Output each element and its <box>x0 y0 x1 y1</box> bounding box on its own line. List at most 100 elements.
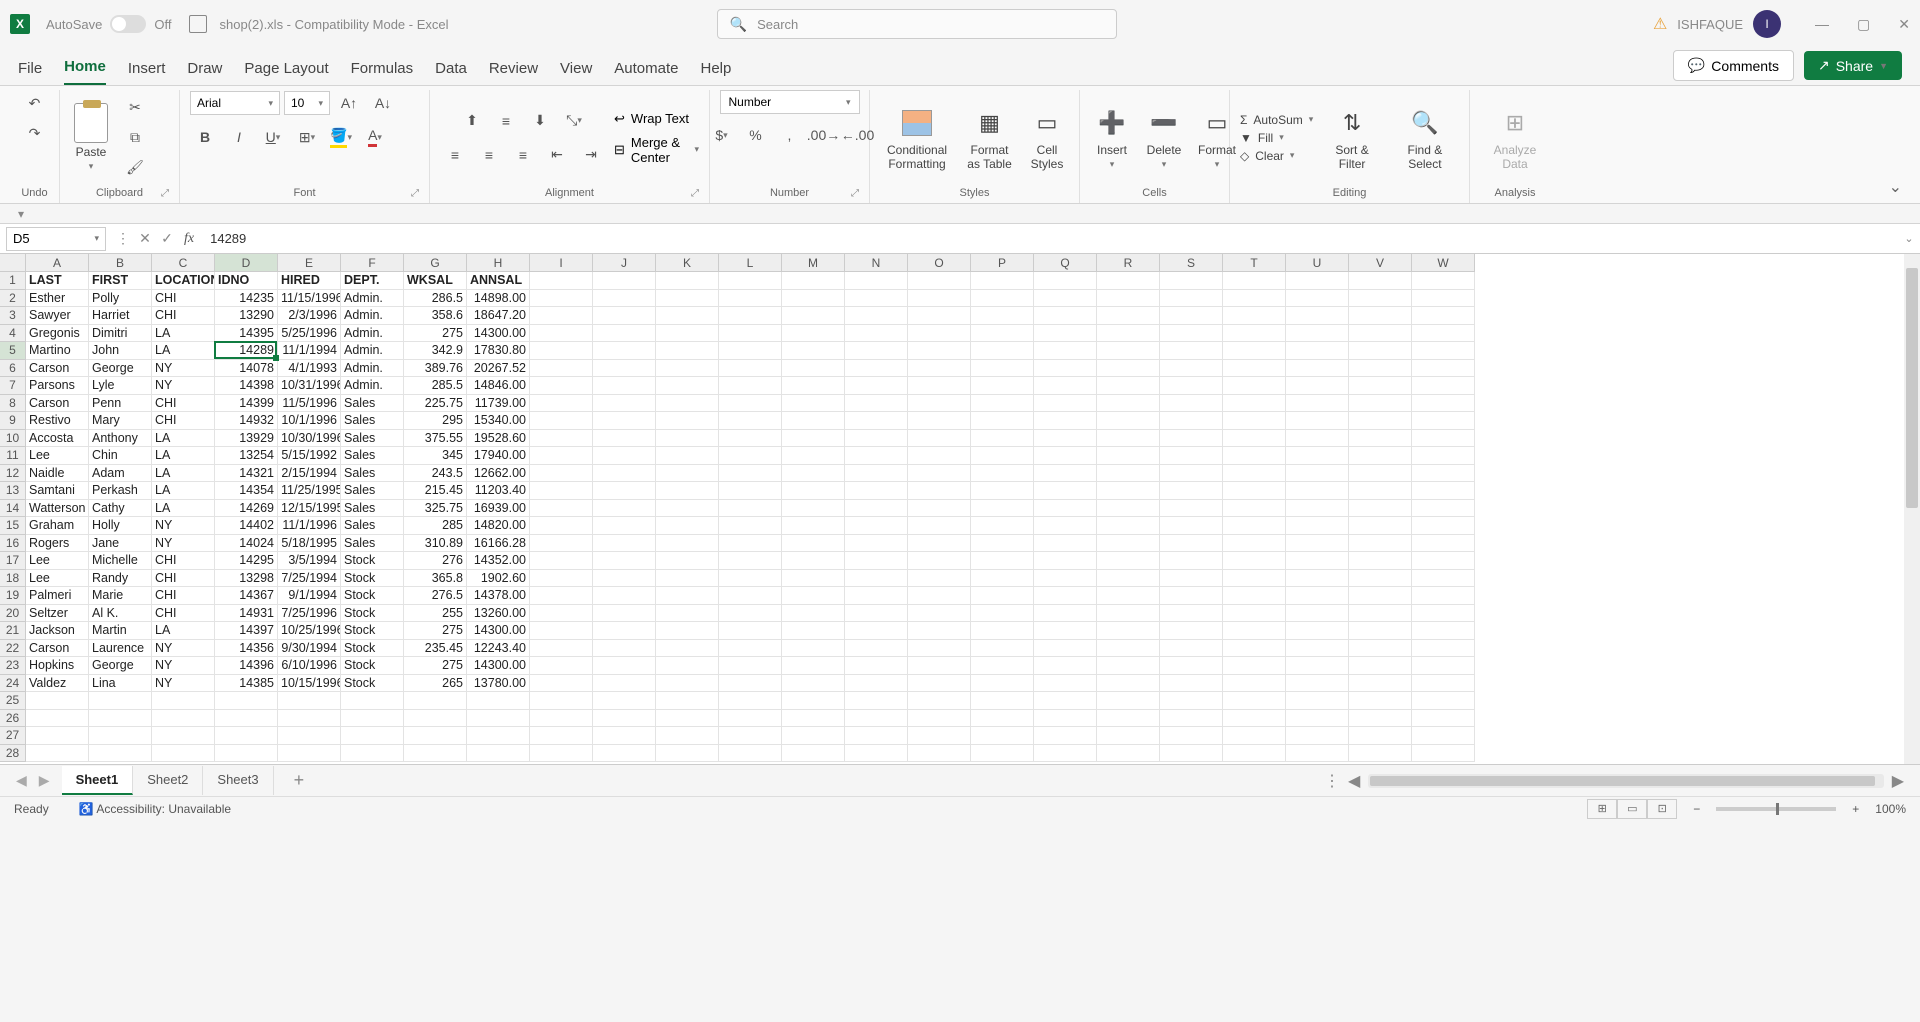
cell[interactable] <box>1286 307 1349 325</box>
underline-button[interactable]: U▾ <box>258 124 288 150</box>
cell[interactable] <box>341 745 404 763</box>
cell[interactable] <box>1223 675 1286 693</box>
col-header-U[interactable]: U <box>1286 254 1349 272</box>
cell[interactable] <box>971 342 1034 360</box>
cell[interactable] <box>1349 290 1412 308</box>
cell[interactable] <box>1223 272 1286 290</box>
cell[interactable] <box>1160 710 1223 728</box>
cell[interactable] <box>719 727 782 745</box>
cell[interactable] <box>656 290 719 308</box>
cell[interactable] <box>656 657 719 675</box>
cell[interactable] <box>1349 430 1412 448</box>
cell[interactable] <box>1097 377 1160 395</box>
tab-page-layout[interactable]: Page Layout <box>244 60 328 85</box>
cell[interactable] <box>1286 482 1349 500</box>
row-header[interactable]: 10 <box>0 430 26 448</box>
cell[interactable] <box>1097 482 1160 500</box>
cell[interactable]: Stock <box>341 587 404 605</box>
cell[interactable] <box>1286 675 1349 693</box>
accounting-format-button[interactable]: $▾ <box>707 122 737 148</box>
cell[interactable] <box>1349 692 1412 710</box>
cell[interactable]: 11/1/1996 <box>278 517 341 535</box>
cell[interactable]: Laurence <box>89 640 152 658</box>
cell[interactable]: Holly <box>89 517 152 535</box>
cell[interactable] <box>1160 622 1223 640</box>
formula-options-icon[interactable]: ⋮ <box>112 230 134 247</box>
cell[interactable] <box>1349 377 1412 395</box>
cell[interactable] <box>26 710 89 728</box>
find-select-button[interactable]: 🔍Find & Select <box>1391 103 1459 173</box>
cell[interactable]: 14024 <box>215 535 278 553</box>
cell[interactable]: CHI <box>152 587 215 605</box>
cell[interactable] <box>782 412 845 430</box>
formula-input[interactable]: 14289 <box>200 231 1898 246</box>
row-header[interactable]: 27 <box>0 727 26 745</box>
cell[interactable] <box>845 395 908 413</box>
percent-format-button[interactable]: % <box>741 122 771 148</box>
cell[interactable]: 13298 <box>215 570 278 588</box>
cell[interactable]: Admin. <box>341 290 404 308</box>
sheet-nav-prev[interactable]: ◀ <box>16 772 27 789</box>
cell[interactable]: Rogers <box>26 535 89 553</box>
cell[interactable]: Watterson <box>26 500 89 518</box>
cell[interactable]: Sales <box>341 482 404 500</box>
cell[interactable] <box>971 622 1034 640</box>
cell[interactable] <box>89 727 152 745</box>
cell[interactable] <box>1412 325 1475 343</box>
cell[interactable] <box>1097 307 1160 325</box>
cell[interactable] <box>1034 710 1097 728</box>
cell[interactable] <box>908 360 971 378</box>
cell[interactable]: 11203.40 <box>467 482 530 500</box>
cell[interactable] <box>1034 675 1097 693</box>
cell[interactable] <box>1097 570 1160 588</box>
cell[interactable] <box>1097 657 1160 675</box>
excel-app-icon[interactable]: X <box>10 14 30 34</box>
cell[interactable] <box>1223 622 1286 640</box>
cell[interactable]: 13780.00 <box>467 675 530 693</box>
cell[interactable] <box>1349 675 1412 693</box>
cell[interactable] <box>530 412 593 430</box>
cell[interactable]: 325.75 <box>404 500 467 518</box>
cell[interactable] <box>719 377 782 395</box>
cell[interactable] <box>1034 412 1097 430</box>
col-header-W[interactable]: W <box>1412 254 1475 272</box>
cell[interactable] <box>719 570 782 588</box>
cell[interactable] <box>1223 640 1286 658</box>
cell[interactable] <box>1097 552 1160 570</box>
cell[interactable]: 276.5 <box>404 587 467 605</box>
cell[interactable]: Hopkins <box>26 657 89 675</box>
cell[interactable]: LA <box>152 465 215 483</box>
cell[interactable]: CHI <box>152 605 215 623</box>
cell[interactable] <box>1349 272 1412 290</box>
cell[interactable] <box>1097 517 1160 535</box>
cell[interactable] <box>1160 552 1223 570</box>
cell[interactable] <box>152 710 215 728</box>
cell[interactable]: Polly <box>89 290 152 308</box>
cell[interactable]: Seltzer <box>26 605 89 623</box>
cell[interactable] <box>1160 535 1223 553</box>
cell[interactable] <box>530 395 593 413</box>
row-header[interactable]: 19 <box>0 587 26 605</box>
cell[interactable] <box>1412 675 1475 693</box>
cell[interactable] <box>404 710 467 728</box>
cell[interactable]: LA <box>152 622 215 640</box>
cell[interactable] <box>971 395 1034 413</box>
launcher-icon[interactable]: ⤢ <box>161 188 169 199</box>
cell[interactable] <box>1349 447 1412 465</box>
cell[interactable]: 14235 <box>215 290 278 308</box>
cell[interactable] <box>782 500 845 518</box>
cell[interactable] <box>908 500 971 518</box>
cell[interactable]: LAST <box>26 272 89 290</box>
cell[interactable] <box>719 552 782 570</box>
cell[interactable] <box>593 727 656 745</box>
cell[interactable]: LA <box>152 342 215 360</box>
cell[interactable]: Stock <box>341 622 404 640</box>
redo-button[interactable]: ↷ <box>20 120 50 146</box>
cell[interactable] <box>593 377 656 395</box>
cell[interactable] <box>1412 622 1475 640</box>
cell[interactable] <box>593 325 656 343</box>
cell[interactable] <box>1349 552 1412 570</box>
cell[interactable]: 14300.00 <box>467 622 530 640</box>
cell[interactable] <box>782 622 845 640</box>
cell[interactable] <box>89 710 152 728</box>
